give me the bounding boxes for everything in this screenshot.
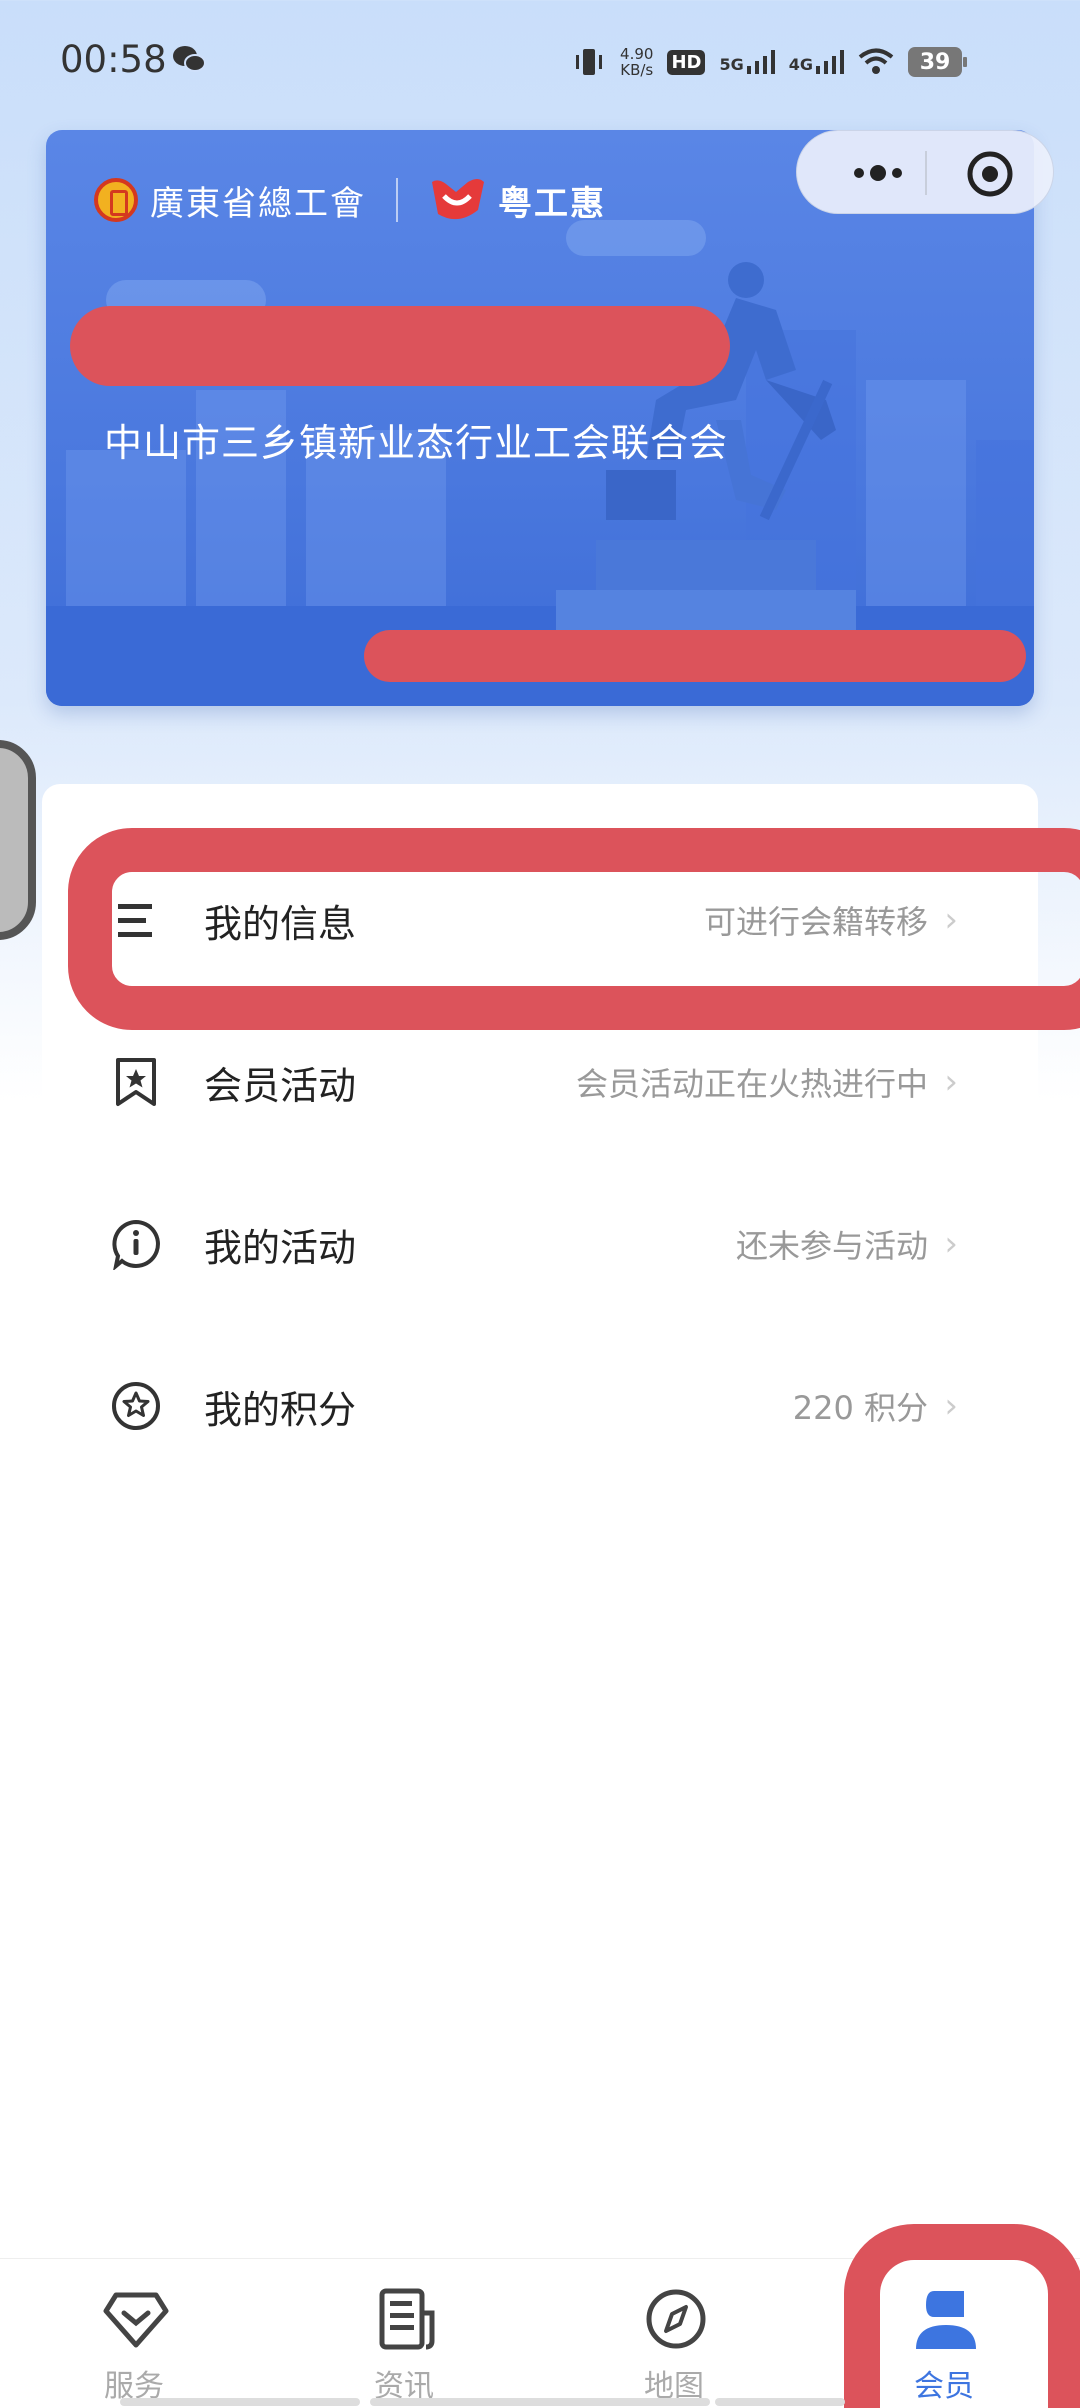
- union-name: 廣東省總工會: [150, 183, 366, 224]
- star-circle-icon: [112, 1382, 160, 1430]
- net-speed: 4.90 KB/s: [620, 46, 653, 78]
- redacted-member-name: [70, 306, 730, 386]
- news-icon: [379, 2288, 435, 2350]
- menu-row-my-activities[interactable]: 我的活动 还未参与活动 ›: [42, 1194, 1038, 1294]
- chevron-right-icon: ›: [944, 1224, 958, 1264]
- tab-service[interactable]: 服务: [34, 2259, 234, 2408]
- hd-indicator: HD: [667, 49, 706, 75]
- vibrate-icon: [576, 49, 603, 75]
- tab-news[interactable]: 资讯: [304, 2259, 504, 2408]
- info-chat-icon: [112, 1219, 160, 1270]
- bottom-divider: [370, 2398, 710, 2406]
- building-decoration: [66, 450, 186, 610]
- union-org-name: 中山市三乡镇新业态行业工会联合会: [104, 421, 729, 465]
- menu-title: 我的积分: [204, 1387, 357, 1432]
- annotation-highlight: [844, 2224, 1080, 2408]
- net-speed-value: 4.90: [620, 45, 654, 63]
- tab-map[interactable]: 地图: [574, 2259, 774, 2408]
- menu-subtitle: 还未参与活动: [735, 1227, 928, 1265]
- battery-indicator: 39: [908, 47, 967, 77]
- menu-subtitle: 会员活动正在火热进行中: [575, 1065, 928, 1103]
- bookmark-star-icon: [116, 1058, 156, 1106]
- status-bar: 00:58 4.90 KB/s HD 5G 4G 39: [0, 0, 1080, 128]
- hd-badge: HD: [667, 49, 706, 75]
- close-target-icon[interactable]: [967, 151, 1013, 197]
- wechat-icon: [173, 46, 206, 72]
- capsule-separator: [925, 151, 927, 195]
- signal-bars-icon: [816, 50, 844, 74]
- logo-divider: [396, 178, 398, 222]
- signal-bars-icon: [746, 50, 775, 74]
- chevron-right-icon: ›: [944, 1062, 958, 1102]
- union-emblem-icon: [94, 178, 138, 222]
- menu-row-my-points[interactable]: 我的积分 220 积分 ›: [42, 1356, 1038, 1456]
- wifi-icon: [858, 48, 894, 74]
- menu-title: 我的活动: [204, 1225, 357, 1270]
- service-icon: [103, 2292, 169, 2348]
- miniprogram-capsule: [796, 130, 1054, 214]
- menu-subtitle: 220 积分: [792, 1389, 928, 1427]
- menu-row-member-activities[interactable]: 会员活动 会员活动正在火热进行中 ›: [42, 1032, 1038, 1132]
- yuegonghui-logo-icon: [432, 179, 484, 220]
- net-4g-label: 4G: [788, 55, 813, 74]
- annotation-highlight: [68, 828, 1080, 1030]
- union-banner: 廣東省總工會 粤工惠 中山市三乡镇新业态行业工会联合会: [46, 130, 1034, 706]
- chevron-right-icon: ›: [944, 1386, 958, 1426]
- signal-4g: 4G: [789, 50, 844, 74]
- signal-5g: 5G: [719, 50, 775, 74]
- menu-title: 会员活动: [204, 1063, 357, 1108]
- status-time: 00:58: [60, 38, 167, 81]
- more-icon[interactable]: [833, 153, 923, 193]
- floating-edge-bubble[interactable]: [0, 740, 36, 940]
- net-5g-label: 5G: [719, 55, 744, 74]
- bottom-divider: [120, 2398, 360, 2406]
- redacted-member-id: [364, 630, 1026, 682]
- logo-row: 廣東省總工會 粤工惠: [94, 170, 606, 230]
- bottom-divider: [715, 2398, 845, 2406]
- app-name: 粤工惠: [498, 183, 606, 224]
- net-speed-unit: KB/s: [620, 61, 654, 79]
- compass-icon: [646, 2289, 706, 2349]
- building-decoration: [976, 440, 1034, 610]
- status-icons: 4.90 KB/s HD 5G 4G 39: [572, 40, 967, 84]
